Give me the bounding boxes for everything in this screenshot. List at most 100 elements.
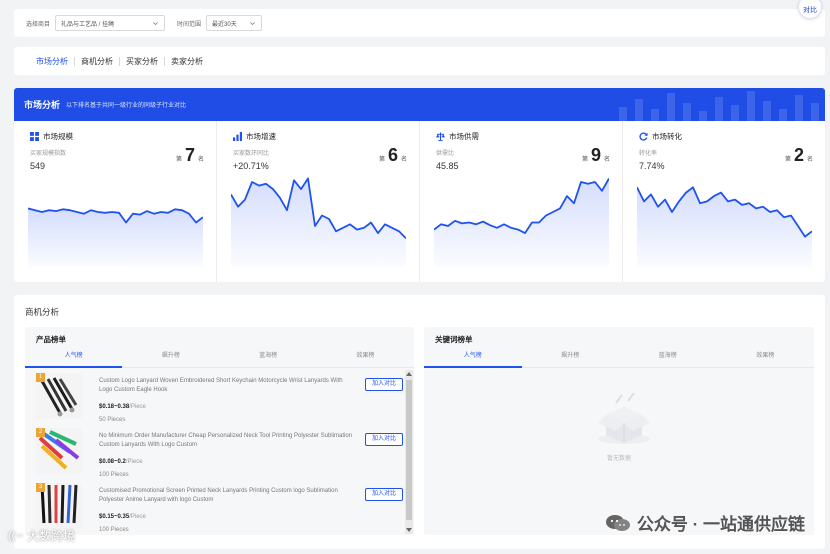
scroll-down-icon[interactable] — [406, 528, 412, 532]
product-price: $0.08~0.2/Piece — [99, 459, 143, 465]
card-market-conversion: 市场转化 转化率 7.74% 第2名 — [622, 121, 825, 282]
panel-title: 产品榜单 — [36, 335, 66, 344]
product-price: $0.15~0.35/Piece — [99, 514, 146, 520]
add-compare-button[interactable]: 加入对比 — [365, 488, 403, 501]
card-title: 市场规模 — [43, 132, 73, 141]
price-range: $0.18~0.38 — [99, 404, 130, 410]
market-analysis-section: 市场分析 以下排名基于共同一级行业的同级子行业对比 市场规模 买家规模指数 54… — [14, 88, 825, 282]
scale-icon — [436, 132, 445, 141]
tab-rising[interactable]: 飙升榜 — [122, 347, 219, 367]
market-banner: 市场分析 以下排名基于共同一级行业的同级子行业对比 — [14, 88, 825, 121]
watermark-text: 公众号 · 一站通供应链 — [636, 515, 805, 534]
card-rank: 第2名 — [785, 145, 813, 166]
tab-opportunity[interactable]: 商机分析 — [75, 56, 119, 67]
empty-box-icon — [598, 392, 650, 444]
panel-title: 关键词榜单 — [435, 335, 473, 344]
price-range: $0.08~0.2 — [99, 459, 126, 465]
tab-blue-ocean[interactable]: 蓝海榜 — [220, 347, 317, 367]
rank-suffix: 名 — [806, 157, 813, 163]
rank-suffix: 名 — [603, 157, 610, 163]
scrollbar-thumb[interactable] — [406, 380, 412, 520]
add-compare-button[interactable]: 加入对比 — [365, 433, 403, 446]
tab-popular[interactable]: 人气榜 — [25, 347, 123, 368]
price-unit: /Piece — [129, 514, 146, 520]
tab-buyer[interactable]: 买家分析 — [120, 56, 164, 67]
product-title[interactable]: Customised Promotional Screen Printed Ne… — [99, 487, 354, 505]
rank-number: 6 — [387, 145, 398, 165]
tab-blue-ocean[interactable]: 蓝海榜 — [619, 347, 717, 367]
sparkline-area — [637, 187, 812, 267]
card-title: 市场增速 — [246, 132, 276, 141]
list-item[interactable]: 3 Customised Promotional Screen Printed … — [25, 483, 405, 535]
tab-popular[interactable]: 人气榜 — [424, 347, 522, 368]
sparkline-chart — [28, 207, 203, 267]
tab-market[interactable]: 市场分析 — [30, 56, 74, 67]
add-compare-button[interactable]: 加入对比 — [365, 378, 403, 391]
price-unit: /Piece — [129, 404, 146, 410]
keyword-ranking-tabs: 人气榜 飙升榜 蓝海榜 效果榜 — [424, 347, 814, 368]
sparkline-chart — [434, 178, 609, 267]
product-image[interactable]: 2 — [36, 428, 82, 474]
rank-prefix: 第 — [175, 157, 182, 163]
card-market-growth: 市场增速 买家数环同比 +20.71% 第6名 — [216, 121, 419, 282]
card-rank: 第9名 — [582, 145, 610, 166]
category-label: 选择商目 — [26, 21, 51, 28]
rank-badge: 1 — [36, 373, 45, 382]
sparkline-chart — [637, 186, 812, 267]
brand-text: 大数跨境 — [27, 529, 76, 543]
product-list: 1 Custom Logo Lanyard Woven Embroidered … — [25, 369, 414, 535]
tab-effect[interactable]: 效果榜 — [317, 347, 414, 367]
compare-float-button[interactable]: 对比 — [798, 0, 822, 19]
product-title[interactable]: No Minimum Order Manufacturer Cheap Pers… — [99, 432, 354, 450]
category-select[interactable]: 礼品与工艺品 / 挂绳 — [55, 15, 166, 31]
price-range: $0.15~0.35 — [99, 514, 130, 520]
keyword-ranking-panel: 关键词榜单 人气榜 飙升榜 蓝海榜 效果榜 暂无数据 — [424, 327, 814, 535]
tab-seller[interactable]: 卖家分析 — [165, 56, 209, 67]
product-ranking-tabs: 人气榜 飙升榜 蓝海榜 效果榜 — [25, 347, 414, 368]
list-item[interactable]: 1 Custom Logo Lanyard Woven Embroidered … — [25, 373, 405, 427]
product-image[interactable]: 1 — [36, 373, 82, 419]
product-ranking-panel: 产品榜单 人气榜 飙升榜 蓝海榜 效果榜 1 Custom Logo Lanya… — [25, 327, 414, 535]
banner-decoration — [605, 88, 825, 121]
wechat-icon — [605, 514, 630, 531]
market-subtitle: 以下排名基于共同一级行业的同级子行业对比 — [66, 103, 187, 109]
bar-chart-icon — [233, 132, 242, 141]
scroll-up-icon[interactable] — [406, 372, 412, 376]
rank-suffix: 名 — [197, 157, 204, 163]
card-market-supply: 市场供需 供需比 45.85 第9名 — [419, 121, 622, 282]
rank-badge: 3 — [36, 483, 45, 492]
market-title: 市场分析 — [24, 100, 61, 110]
brand-logo: ((◦◦ — [8, 529, 24, 542]
section-title: 商机分析 — [25, 307, 60, 317]
rank-prefix: 第 — [378, 157, 385, 163]
price-unit: /Piece — [125, 459, 143, 465]
card-market-size: 市场规模 买家规模指数 549 第7名 — [14, 121, 216, 282]
card-title: 市场供需 — [449, 132, 479, 141]
tab-effect[interactable]: 效果榜 — [717, 347, 815, 367]
sparkline-chart — [231, 177, 406, 267]
chevron-down-icon — [153, 21, 158, 25]
list-scrollbar[interactable] — [405, 370, 413, 534]
product-image[interactable]: 3 — [36, 483, 82, 529]
product-moq: 100 Pieces — [99, 527, 129, 533]
card-rank: 第7名 — [176, 145, 204, 166]
product-moq: 100 Pieces — [99, 472, 129, 478]
list-item[interactable]: 2 No Minimum Order Manufacturer Cheap Pe… — [25, 428, 405, 482]
grid-icon — [30, 132, 39, 141]
tab-rising[interactable]: 飙升榜 — [522, 347, 620, 367]
rank-suffix: 名 — [400, 157, 407, 163]
time-value: 最近30天 — [212, 21, 237, 28]
time-select[interactable]: 最近30天 — [206, 15, 263, 31]
refresh-icon — [639, 132, 648, 141]
watermark-wechat: 公众号 · 一站通供应链 — [605, 510, 805, 535]
sparkline-area — [231, 178, 406, 267]
product-price: $0.18~0.38/Piece — [99, 404, 146, 410]
product-moq: 50 Pieces — [99, 417, 126, 423]
rank-prefix: 第 — [581, 157, 588, 163]
product-title[interactable]: Custom Logo Lanyard Woven Embroidered Sh… — [99, 377, 354, 395]
rank-number: 2 — [793, 145, 804, 165]
rank-prefix: 第 — [784, 157, 791, 163]
filter-bar: 选择商目 礼品与工艺品 / 挂绳 时间范围 最近30天 对比 — [14, 0, 825, 37]
rank-badge: 2 — [36, 428, 45, 437]
analysis-tabs: 市场分析 商机分析 买家分析 卖家分析 — [14, 47, 825, 75]
